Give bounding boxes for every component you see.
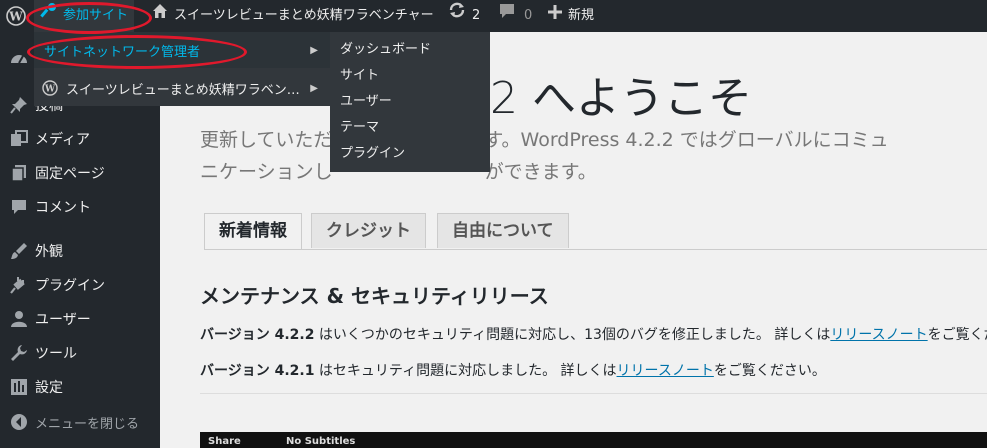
welcome-title: 2 へようこそ — [490, 73, 752, 124]
comments-link[interactable]: 0 — [498, 0, 532, 32]
sidebar-item-comments[interactable]: コメント — [0, 190, 160, 224]
new-content-menu[interactable]: 新規 — [548, 0, 594, 32]
wordpress-logo-icon[interactable]: W — [4, 0, 28, 32]
network-admin-submenu: ダッシュボード サイト ユーザー テーマ プラグイン — [330, 32, 490, 172]
collapse-menu-button[interactable]: メニューを閉じる — [0, 405, 160, 439]
svg-text:W: W — [8, 10, 23, 24]
sidebar-item-pages[interactable]: 固定ページ — [0, 156, 160, 190]
subtitles-select[interactable]: No Subtitles — [286, 436, 355, 447]
network-admin-menu-item[interactable]: サイトネットワーク管理者 ▶ — [34, 32, 330, 68]
submenu-dashboard[interactable]: ダッシュボード — [340, 37, 431, 63]
page-icon — [8, 164, 30, 182]
sidebar-item-users[interactable]: ユーザー — [0, 302, 160, 336]
sidebar-item-media[interactable]: メディア — [0, 122, 160, 156]
section-title: メンテナンス & セキュリティリリース — [200, 284, 549, 308]
settings-icon — [8, 378, 30, 396]
refresh-icon — [448, 0, 466, 32]
my-sites-dropdown: サイトネットワーク管理者 ▶ W スイーツレビューまとめ妖精ワラベン… ▶ — [34, 32, 330, 106]
tab-whats-new[interactable]: 新着情報 — [204, 213, 302, 249]
home-icon — [152, 0, 168, 32]
appearance-icon — [8, 242, 30, 260]
release-paragraph-1: バージョン 4.2.2 はいくつかのセキュリティ問題に対応し、13個のバグを修正… — [200, 327, 987, 343]
divider — [200, 393, 987, 394]
my-sites-menu[interactable]: 参加サイト — [34, 0, 135, 32]
comment-bubble-icon — [498, 0, 516, 32]
release-paragraph-2: バージョン 4.2.1 はセキュリティ問題に対応しました。 詳しくはリリースノー… — [200, 363, 826, 379]
site-name-label: スイーツレビューまとめ妖精ワラベンチャー — [174, 8, 434, 23]
svg-text:W: W — [44, 85, 56, 95]
video-player[interactable]: Share No Subtitles — [200, 432, 987, 448]
plugin-icon — [8, 276, 30, 294]
submenu-arrow-icon: ▶ — [310, 44, 318, 56]
collapse-arrow-icon — [8, 413, 30, 431]
sidebar-item-tools[interactable]: ツール — [0, 336, 160, 370]
plus-icon — [548, 0, 562, 32]
sidebar-item-plugins[interactable]: プラグイン — [0, 268, 160, 302]
submenu-arrow-icon: ▶ — [310, 82, 318, 94]
release-notes-link[interactable]: リリースノート — [617, 363, 714, 379]
key-icon — [40, 0, 58, 32]
comments-count: 0 — [524, 8, 533, 23]
about-text: 更新していただ ざいます。WordPress 4.2.2 ではグローバルにコミュ… — [200, 129, 889, 183]
media-icon — [8, 130, 30, 148]
about-tabs: 新着情報 クレジット 自由について — [204, 213, 987, 250]
share-button[interactable]: Share — [208, 436, 241, 447]
comment-icon — [8, 198, 30, 216]
tools-icon — [8, 344, 30, 362]
submenu-users[interactable]: ユーザー — [340, 89, 392, 115]
wordpress-small-icon: W — [42, 80, 58, 96]
my-sites-label: 参加サイト — [63, 8, 129, 23]
updates-link[interactable]: 2 — [448, 0, 480, 32]
submenu-sites[interactable]: サイト — [340, 63, 379, 89]
site-name-menu[interactable]: スイーツレビューまとめ妖精ワラベンチャー — [148, 0, 438, 32]
submenu-themes[interactable]: テーマ — [340, 115, 379, 141]
pin-icon — [8, 96, 30, 114]
tab-freedoms[interactable]: 自由について — [437, 213, 569, 248]
new-label: 新規 — [568, 8, 595, 23]
collapse-menu-label: メニューを閉じる — [35, 416, 140, 432]
admin-bar: W 参加サイト スイーツレビューまとめ妖精ワラベンチャー 2 0 新規 — [0, 0, 987, 32]
site-menu-item[interactable]: W スイーツレビューまとめ妖精ワラベン… ▶ — [34, 70, 330, 106]
updates-count: 2 — [472, 8, 481, 23]
tab-credits[interactable]: クレジット — [311, 213, 426, 248]
release-notes-link[interactable]: リリースノート — [830, 327, 927, 343]
sidebar-item-appearance[interactable]: 外観 — [0, 234, 160, 268]
sidebar-item-settings[interactable]: 設定 — [0, 370, 160, 404]
dashboard-icon — [8, 50, 30, 68]
user-icon — [8, 310, 30, 328]
submenu-plugins[interactable]: プラグイン — [340, 141, 405, 167]
